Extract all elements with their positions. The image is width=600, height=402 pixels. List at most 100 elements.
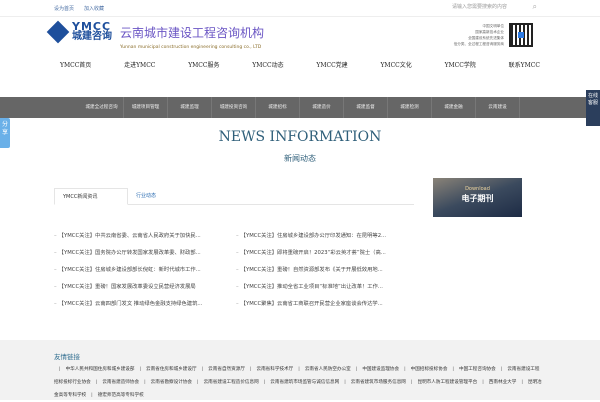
link-separator: | [404,367,406,372]
nav-culture[interactable]: YMCC文化 [370,60,421,69]
service-item[interactable]: 城建投资咨询 [212,97,256,118]
service-item[interactable]: 城建造价 [300,97,344,118]
tab-industry-news[interactable]: 行业动态 [128,188,164,205]
service-item[interactable]: 城建全过程咨询 [80,97,124,118]
list-item[interactable]: – 【YMCC关注】住房城乡建设部部长倪虹：新时代城市工作... [54,264,202,281]
friend-link[interactable]: 德宏师范高等专科学校 [98,393,144,398]
search-box[interactable]: 请输入您需要搜索的内容 ⌕ [452,2,537,13]
logo-emblem-icon [46,20,70,44]
nav-services[interactable]: YMCC服务 [178,60,229,69]
list-item[interactable]: – 【YMCC关注】云南四部门发文 推动绿色金融支持绿色建筑... [54,298,202,315]
friend-links: | 中华人民共和国住房和城乡建设部 | 云南省住房和城乡建设厅 | 云南省自然资源厅 | 云南… [54,363,544,402]
slogan-line: 信分类、全过程工程咨询服务商 [453,42,504,46]
org-name: 云南城市建设工程咨询机构 Yunnan municipal constructio… [120,24,264,50]
services-bar: 城建全过程咨询 城建项目管理 城建监理 城建投资咨询 城建招标 城建造价 城建监… [0,97,600,118]
list-item[interactable]: – 【YMCC关注】推动全省工业项目“标准地”出让改革！工作... [236,281,386,298]
link-separator: | [482,380,484,385]
link-separator: | [144,380,146,385]
news-link[interactable]: 【YMCC关注】云南四部门发文 推动绿色金融支持绿色建筑... [59,301,203,307]
search-icon[interactable]: ⌕ [533,2,537,12]
link-separator: | [410,380,413,385]
friend-link[interactable]: 中国工程咨询协会 [459,367,496,372]
friend-link[interactable]: 中国建设监理协会 [362,367,399,372]
nav-news[interactable]: YMCC动态 [242,60,293,69]
news-link[interactable]: 【YMCC关注】重磅！国家发展改革委设立民营经济发展局 [59,284,196,290]
link-separator: | [197,380,199,385]
search-input[interactable]: 请输入您需要搜索的内容 [452,4,507,10]
link-separator: | [452,367,454,372]
friend-link[interactable]: 云南省自然资源厅 [208,367,245,372]
friend-link[interactable]: 中华人民共和国住房和城乡建设部 [66,367,135,372]
list-item[interactable]: – 【YMCC关注】即将重磅开启！2023“彩云英才荟”院士（高... [236,247,386,264]
set-home-link[interactable]: 设为首页 [54,6,74,12]
banner-download: Download [465,186,490,192]
add-favorite-link[interactable]: 加入收藏 [84,6,104,12]
link-separator: | [201,367,204,372]
friend-link[interactable]: 云南省建筑市场服务信息网 [351,380,406,385]
link-separator: | [95,380,98,385]
friend-links-heading: 友情链接 [54,353,80,361]
service-item[interactable]: 城建检测 [388,97,432,118]
section-title-cn: 新闻动态 [284,154,316,163]
friend-link[interactable]: 云南省建设工程造价信息网 [204,380,259,385]
footer: 友情链接 | 中华人民共和国住房和城乡建设部 | 云南省住房和城乡建设厅 | 云南省自然资… [0,340,600,400]
link-separator: | [249,367,252,372]
link-separator: | [355,367,358,372]
link-separator: | [91,393,93,398]
nav-about[interactable]: 走进YMCC [114,60,165,69]
news-link[interactable]: 【YMCC关注】住房城乡建设部部长倪虹：新时代城市工作... [59,267,201,273]
banner-label: 电子期刊 [461,194,494,203]
list-item[interactable]: – 【YMCC关注】住房城乡建设部办公厅印发通知：在昆明等2... [236,230,386,247]
service-item[interactable]: 城建招标 [256,97,300,118]
news-list-right: – 【YMCC关注】住房城乡建设部办公厅印发通知：在昆明等2... – 【YMCC关… [236,230,386,315]
link-separator: | [298,367,300,372]
section-title-en: NEWS INFORMATION [218,129,382,145]
link-separator: | [59,367,61,372]
news-link[interactable]: 【YMCC关注】国务院办公厅转发国家发展改革委、财政部... [59,250,201,256]
link-separator: | [521,380,523,385]
friend-link[interactable]: 云南省建造师协会 [102,380,139,385]
link-separator: | [344,380,346,385]
list-item[interactable]: – 【YMCC关注】重磅！自然资源部发布《关于开展低效用地... [236,264,386,281]
service-item[interactable]: 云南建设 [476,97,520,118]
service-item[interactable]: 城建金融 [432,97,476,118]
service-item[interactable]: 城建监理 [168,97,212,118]
tab-ymcc-news[interactable]: YMCC新闻资讯 [54,188,128,205]
service-item[interactable]: 城建项目管理 [124,97,168,118]
news-link[interactable]: 【YMCC关注】推动全省工业项目“标准地”出让改革！工作... [241,284,383,290]
friend-link[interactable]: 云南省建筑市场监管与诚信信息网 [270,380,339,385]
org-name-en: Yunnan municipal construction engineerin… [120,45,262,50]
list-item[interactable]: – 【YMCC关注】中共云南省委、云南省人民政府关于加快民... [54,230,202,247]
nav-academy[interactable]: YMCC学院 [435,60,486,69]
news-link[interactable]: 【YMCC关注】重磅！自然资源部发布《关于开展低效用地... [241,267,383,273]
news-list-left: – 【YMCC关注】中共云南省委、云南省人民政府关于加快民... – 【YMCC关注… [54,230,202,315]
news-link[interactable]: 【YMCC关注】中共云南省委、云南省人民政府关于加快民... [59,233,201,239]
news-link[interactable]: 【YMCC关注】即将重磅开启！2023“彩云英才荟”院士（高... [241,250,386,256]
friend-link[interactable]: 云南省科学技术厅 [256,367,293,372]
service-item[interactable]: 城建监督 [344,97,388,118]
ejournal-banner[interactable]: Download 电子期刊 [433,178,522,217]
main-nav: YMCC首页 走进YMCC YMCC服务 YMCC动态 YMCC党建 YMCC文… [50,60,550,69]
friend-link[interactable]: 中国招标投标协会 [411,367,448,372]
link-separator: | [500,367,503,372]
logo[interactable]: YMCC 城建咨询 [46,20,112,44]
friend-link[interactable]: 西南林业大学 [489,380,517,385]
nav-party[interactable]: YMCC党建 [306,60,357,69]
friend-link[interactable]: 昆明市人防工程建设管理平台 [417,380,477,385]
top-bar: 设为首页 加入收藏 请输入您需要搜索的内容 ⌕ [0,0,600,17]
news-tabs: YMCC新闻资讯 行业动态 [54,188,414,205]
list-item[interactable]: – 【YMCC关注】重磅！国家发展改革委设立民营经济发展局 [54,281,202,298]
nav-home[interactable]: YMCC首页 [50,60,101,69]
org-name-cn: 云南城市建设工程咨询机构 [120,26,265,40]
news-link[interactable]: 【YMCC关注】住房城乡建设部办公厅印发通知：在昆明等2... [241,233,386,239]
online-service-widget[interactable]: 在线客服 [586,90,600,126]
nav-contact[interactable]: 联系YMCC [499,60,550,69]
link-separator: | [139,367,142,372]
friend-link[interactable]: 云南省人民防空办公室 [305,367,351,372]
list-item[interactable]: – 【YMCC聚焦】云南省工商联召开民营企业家座谈会传达学... [236,298,386,315]
friend-link[interactable]: 云南省勘察设计协会 [151,380,192,385]
news-link[interactable]: 【YMCC聚焦】云南省工商联召开民营企业家座谈会传达学... [241,301,383,307]
friend-link[interactable]: 云南省住房和城乡建设厅 [146,367,197,372]
list-item[interactable]: – 【YMCC关注】国务院办公厅转发国家发展改革委、财政部... [54,247,202,264]
logo-cn: 城建咨询 [72,31,112,42]
